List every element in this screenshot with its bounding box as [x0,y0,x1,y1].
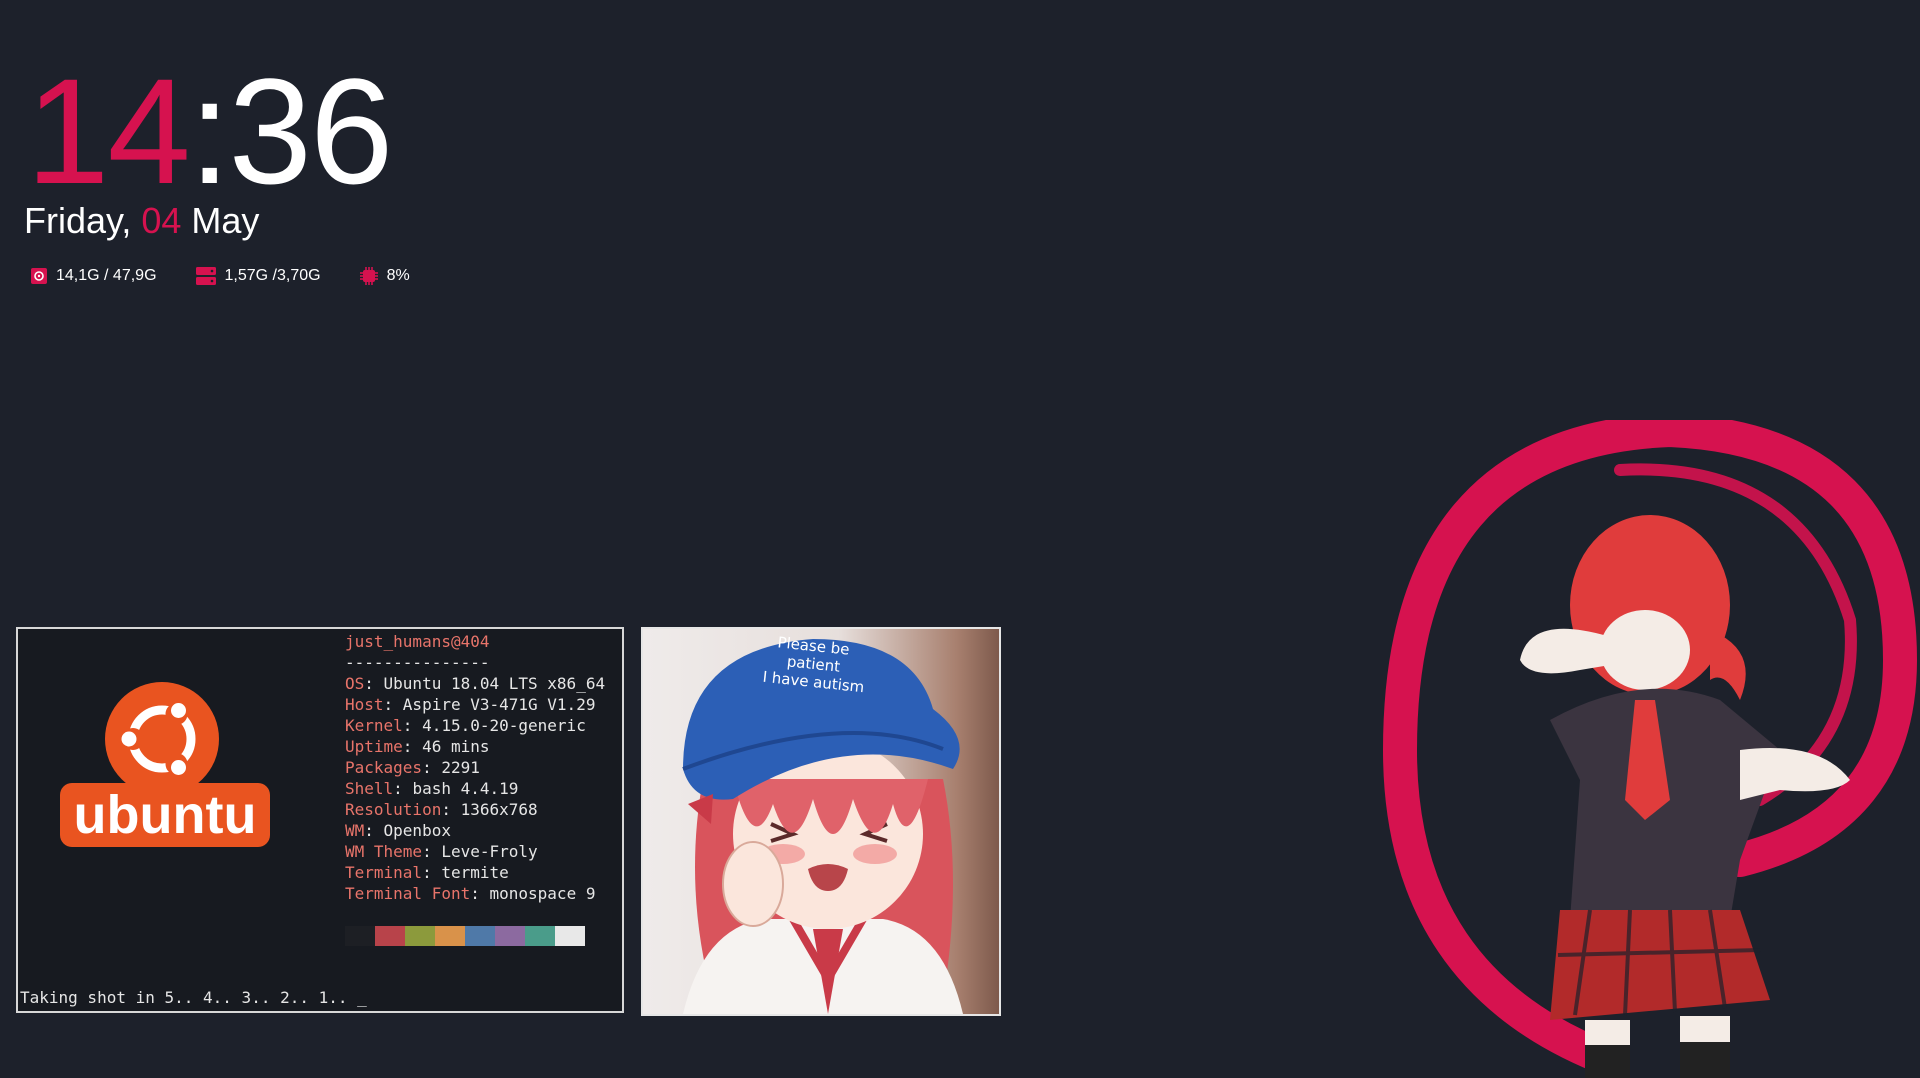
image-viewer-window[interactable]: Please be patient I have autism [641,627,1001,1016]
neofetch-key: Uptime [345,737,403,756]
disk-icon [30,267,48,285]
neofetch-line: Packages: 2291 [345,757,605,778]
neofetch-value: 4.15.0-20-generic [422,716,586,735]
ubuntu-logo: ubuntu [58,679,278,869]
neofetch-colon: : [422,863,442,882]
clock-hour: 14 [26,47,191,215]
cpu-icon [359,266,379,286]
neofetch-line: Terminal: termite [345,862,605,883]
neofetch-value: 2291 [441,758,480,777]
palette-swatch [495,926,525,946]
neofetch-key: WM [345,821,365,840]
ubuntu-logo-text: ubuntu [74,785,257,845]
neofetch-colon: : [470,884,490,903]
neofetch-value: 46 mins [422,737,490,756]
neofetch-colon: : [402,716,423,735]
clock-minute: 36 [228,47,394,215]
neofetch-value: Ubuntu 18.04 LTS x86_64 [383,674,606,693]
neofetch-key: Packages [345,758,423,777]
neofetch-line: OS: Ubuntu 18.04 LTS x86_64 [345,673,605,694]
clock-date: Friday, 04 May [24,200,259,242]
date-month: May [181,200,260,241]
memory-icon [195,266,217,286]
neofetch-line: Terminal Font: monospace 9 [345,883,605,904]
clock-time: 14:36 [26,56,393,206]
palette-swatch [555,926,585,946]
color-palette [345,926,585,946]
neofetch-key: Terminal Font [345,884,471,903]
neofetch-line: Kernel: 4.15.0-20-generic [345,715,605,736]
desktop: 14:36 Friday, 04 May 14,1G / 47,9G 1,57G… [0,0,1920,1078]
palette-swatch [525,926,555,946]
neofetch-key: Kernel [345,716,403,735]
neofetch-line: WM Theme: Leve-Froly [345,841,605,862]
neofetch-colon: : [393,779,413,798]
neofetch-key: WM Theme [345,842,423,861]
date-weekday: Friday, [24,200,142,241]
neofetch-colon: : [441,800,461,819]
memory-stat: 1,57G /3,70G [195,266,321,286]
palette-swatch [345,926,375,946]
neofetch-key: Host [345,695,384,714]
anime-girl-silhouette [1520,515,1850,1078]
neofetch-key: OS [345,674,365,693]
cpu-usage: 8% [386,267,410,284]
neofetch-colon: : [364,821,384,840]
neofetch-user-host: just_humans@404 [345,632,490,651]
wallpaper-art [1380,412,1920,1078]
palette-swatch [435,926,465,946]
neofetch-output: just_humans@404 --------------- OS: Ubuntu… [345,631,605,904]
palette-swatch [375,926,405,946]
cpu-stat: 8% [359,266,410,286]
terminal-prompt[interactable]: Taking shot in 5.. 4.. 3.. 2.. 1.. _ [20,988,367,1007]
neofetch-line: Resolution: 1366x768 [345,799,605,820]
neofetch-colon: : [383,695,403,714]
neofetch-separator: --------------- [345,653,490,672]
neofetch-value: Aspire V3-471G V1.29 [402,695,596,714]
disk-usage: 14,1G / 47,9G [56,267,157,284]
neofetch-colon: : [402,737,423,756]
neofetch-colon: : [422,758,442,777]
neofetch-key: Shell [345,779,394,798]
neofetch-line: Shell: bash 4.4.19 [345,778,605,799]
disk-stat: 14,1G / 47,9G [30,267,157,285]
terminal-window[interactable]: ubuntu just_humans@404 --------------- OS:… [16,627,624,1013]
palette-swatch [465,926,495,946]
neofetch-value: Leve-Froly [441,842,538,861]
neofetch-line: WM: Openbox [345,820,605,841]
neofetch-value: Openbox [383,821,451,840]
palette-swatch [405,926,435,946]
neofetch-line: Uptime: 46 mins [345,736,605,757]
system-stats: 14,1G / 47,9G 1,57G /3,70G 8% [30,266,410,286]
neofetch-line: Host: Aspire V3-471G V1.29 [345,694,605,715]
neofetch-value: 1366x768 [460,800,538,819]
neofetch-key: Resolution [345,800,442,819]
neofetch-value: bash 4.4.19 [412,779,519,798]
neofetch-colon: : [422,842,442,861]
anime-girl-image: Please be patient I have autism [682,633,963,1014]
date-day: 04 [141,200,182,241]
memory-usage: 1,57G /3,70G [224,267,321,284]
neofetch-value: termite [441,863,509,882]
neofetch-value: monospace 9 [489,884,596,903]
neofetch-key: Terminal [345,863,423,882]
neofetch-colon: : [364,674,384,693]
clock-separator: : [188,47,231,215]
